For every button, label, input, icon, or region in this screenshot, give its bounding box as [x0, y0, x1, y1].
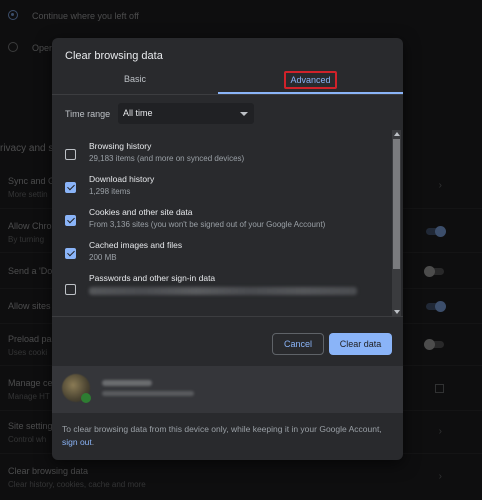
checkbox-download-history[interactable] [65, 182, 76, 193]
list-item-browsing-history[interactable]: Browsing history 29,183 items (and more … [52, 138, 392, 170]
footer-text: To clear browsing data from this device … [62, 423, 382, 449]
time-range-select[interactable]: All time [118, 103, 254, 124]
scroll-up-arrow-icon[interactable] [393, 132, 400, 136]
scroll-down-arrow-icon[interactable] [393, 310, 400, 314]
list-item-cached-images[interactable]: Cached images and files 200 MB [52, 237, 392, 269]
dropdown-arrow-icon [240, 112, 248, 116]
data-types-list: Browsing history 29,183 items (and more … [52, 130, 403, 316]
tab-divider [52, 94, 403, 95]
list-item-cookies[interactable]: Cookies and other site data From 3,136 s… [52, 204, 392, 236]
footer-text-1: To clear browsing data from this device … [62, 424, 382, 434]
tab-advanced-label: Advanced [284, 71, 337, 89]
account-row [52, 366, 403, 413]
item-sub: 1,298 items [89, 187, 131, 196]
checkbox-cached-images[interactable] [65, 248, 76, 259]
sync-badge-icon [81, 393, 91, 403]
item-sub: 200 MB [89, 253, 117, 262]
checkbox-passwords[interactable] [65, 284, 76, 295]
account-email-blurred [102, 391, 194, 396]
list-divider [52, 316, 403, 317]
clear-browsing-data-dialog: Clear browsing data Basic Advanced Time … [52, 38, 403, 460]
checkbox-cookies[interactable] [65, 215, 76, 226]
clear-data-button[interactable]: Clear data [329, 333, 392, 355]
tab-basic[interactable]: Basic [52, 74, 218, 84]
scroll-thumb[interactable] [393, 139, 400, 269]
item-title: Passwords and other sign-in data [89, 273, 216, 283]
checkbox-browsing-history[interactable] [65, 149, 76, 160]
blurred-item-sub [89, 287, 357, 295]
tab-advanced[interactable]: Advanced [218, 71, 403, 89]
item-title: Download history [89, 174, 155, 184]
item-title: Cached images and files [89, 240, 183, 250]
sign-out-link[interactable]: sign out [62, 437, 92, 447]
time-range-value: All time [123, 108, 153, 118]
cancel-button[interactable]: Cancel [272, 333, 324, 355]
account-name-blurred [102, 380, 152, 386]
item-sub: From 3,136 sites (you won't be signed ou… [89, 220, 326, 229]
footer-text-2: . [91, 437, 95, 447]
item-title: Cookies and other site data [89, 207, 193, 217]
list-item-passwords[interactable]: Passwords and other sign-in data [52, 270, 392, 306]
list-item-download-history[interactable]: Download history 1,298 items [52, 171, 392, 203]
time-range-label: Time range [65, 109, 111, 119]
item-sub: 29,183 items (and more on synced devices… [89, 154, 245, 163]
tab-basic-label: Basic [123, 74, 146, 84]
dialog-title: Clear browsing data [65, 50, 163, 62]
list-scrollbar[interactable] [392, 130, 401, 316]
item-title: Browsing history [89, 141, 152, 151]
